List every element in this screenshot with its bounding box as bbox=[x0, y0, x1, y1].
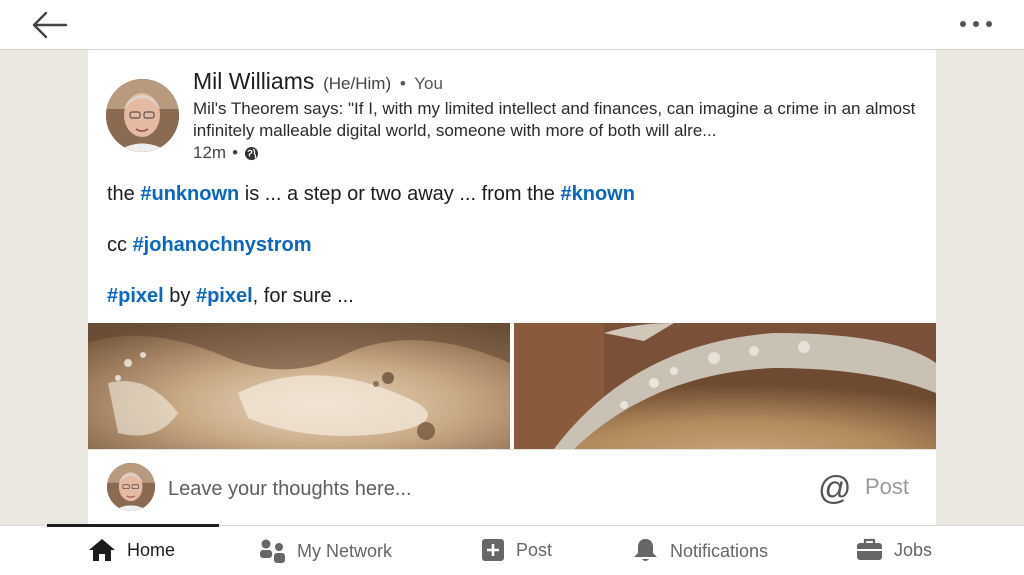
network-icon bbox=[260, 539, 285, 563]
post-text: the #unknown is ... a step or two away .… bbox=[107, 181, 907, 309]
nav-home[interactable]: Home bbox=[88, 538, 175, 562]
more-horizontal-icon bbox=[960, 21, 992, 27]
comment-input[interactable] bbox=[168, 474, 768, 504]
nav-label: Notifications bbox=[670, 540, 769, 561]
bell-icon bbox=[634, 539, 657, 561]
author-pronouns: (He/Him) bbox=[323, 74, 392, 93]
back-button[interactable] bbox=[28, 8, 70, 42]
nav-label: Post bbox=[516, 539, 553, 560]
hashtag-johanochnystrom[interactable]: #johanochnystrom bbox=[133, 234, 312, 256]
hashtag-known[interactable]: #known bbox=[560, 183, 634, 205]
text-segment: by bbox=[163, 285, 196, 307]
author-relation: You bbox=[414, 74, 443, 93]
arrow-left-icon bbox=[32, 11, 68, 39]
meta-separator: • bbox=[232, 143, 239, 162]
nav-jobs[interactable]: Jobs bbox=[856, 538, 932, 562]
nav-notifications[interactable]: Notifications bbox=[632, 538, 768, 564]
nav-label: My Network bbox=[297, 540, 393, 561]
text-segment: the bbox=[107, 183, 141, 205]
hashtag-pixel[interactable]: #pixel bbox=[196, 285, 253, 307]
nav-label: Jobs bbox=[894, 539, 933, 560]
active-tab-indicator bbox=[47, 524, 219, 527]
post-image[interactable] bbox=[88, 323, 510, 449]
nav-my-network[interactable]: My Network bbox=[259, 538, 392, 564]
post-media bbox=[88, 323, 936, 449]
author-separator: • bbox=[399, 74, 406, 93]
more-options-button[interactable] bbox=[956, 12, 996, 36]
post-line: cc #johanochnystrom bbox=[107, 232, 907, 258]
home-icon bbox=[89, 539, 115, 561]
nav-post[interactable]: Post bbox=[481, 538, 552, 562]
briefcase-icon bbox=[857, 538, 882, 560]
commenter-avatar bbox=[107, 463, 155, 511]
post-meta: 12m • bbox=[193, 143, 259, 163]
comment-bar: @ Post bbox=[88, 449, 936, 525]
hashtag-pixel[interactable]: #pixel bbox=[107, 285, 164, 307]
text-segment: , for sure ... bbox=[252, 285, 354, 307]
mention-button[interactable]: @ bbox=[818, 469, 852, 507]
author-line: Mil Williams (He/Him) • You bbox=[193, 68, 443, 95]
top-bar bbox=[0, 0, 1024, 50]
author-headline: Mil's Theorem says: "If I, with my limit… bbox=[193, 99, 916, 140]
post-comment-button[interactable]: Post bbox=[865, 474, 909, 500]
nav-label: Home bbox=[127, 539, 176, 560]
post-line: the #unknown is ... a step or two away .… bbox=[107, 181, 907, 207]
post-card: Mil Williams (He/Him) • You Mil's Theore… bbox=[88, 50, 936, 525]
author-avatar[interactable] bbox=[106, 79, 179, 152]
bottom-navigation: Home My Network Post Notifications Jobs bbox=[0, 524, 1024, 575]
plus-square-icon bbox=[482, 539, 504, 561]
post-time: 12m bbox=[193, 143, 227, 162]
globe-icon bbox=[244, 146, 259, 160]
post-line: #pixel by #pixel, for sure ... bbox=[107, 283, 907, 309]
text-segment: cc bbox=[107, 234, 133, 256]
text-segment: is ... a step or two away ... from the bbox=[239, 183, 561, 205]
post-image[interactable] bbox=[514, 323, 936, 449]
hashtag-unknown[interactable]: #unknown bbox=[140, 183, 239, 205]
author-name[interactable]: Mil Williams bbox=[193, 68, 314, 94]
